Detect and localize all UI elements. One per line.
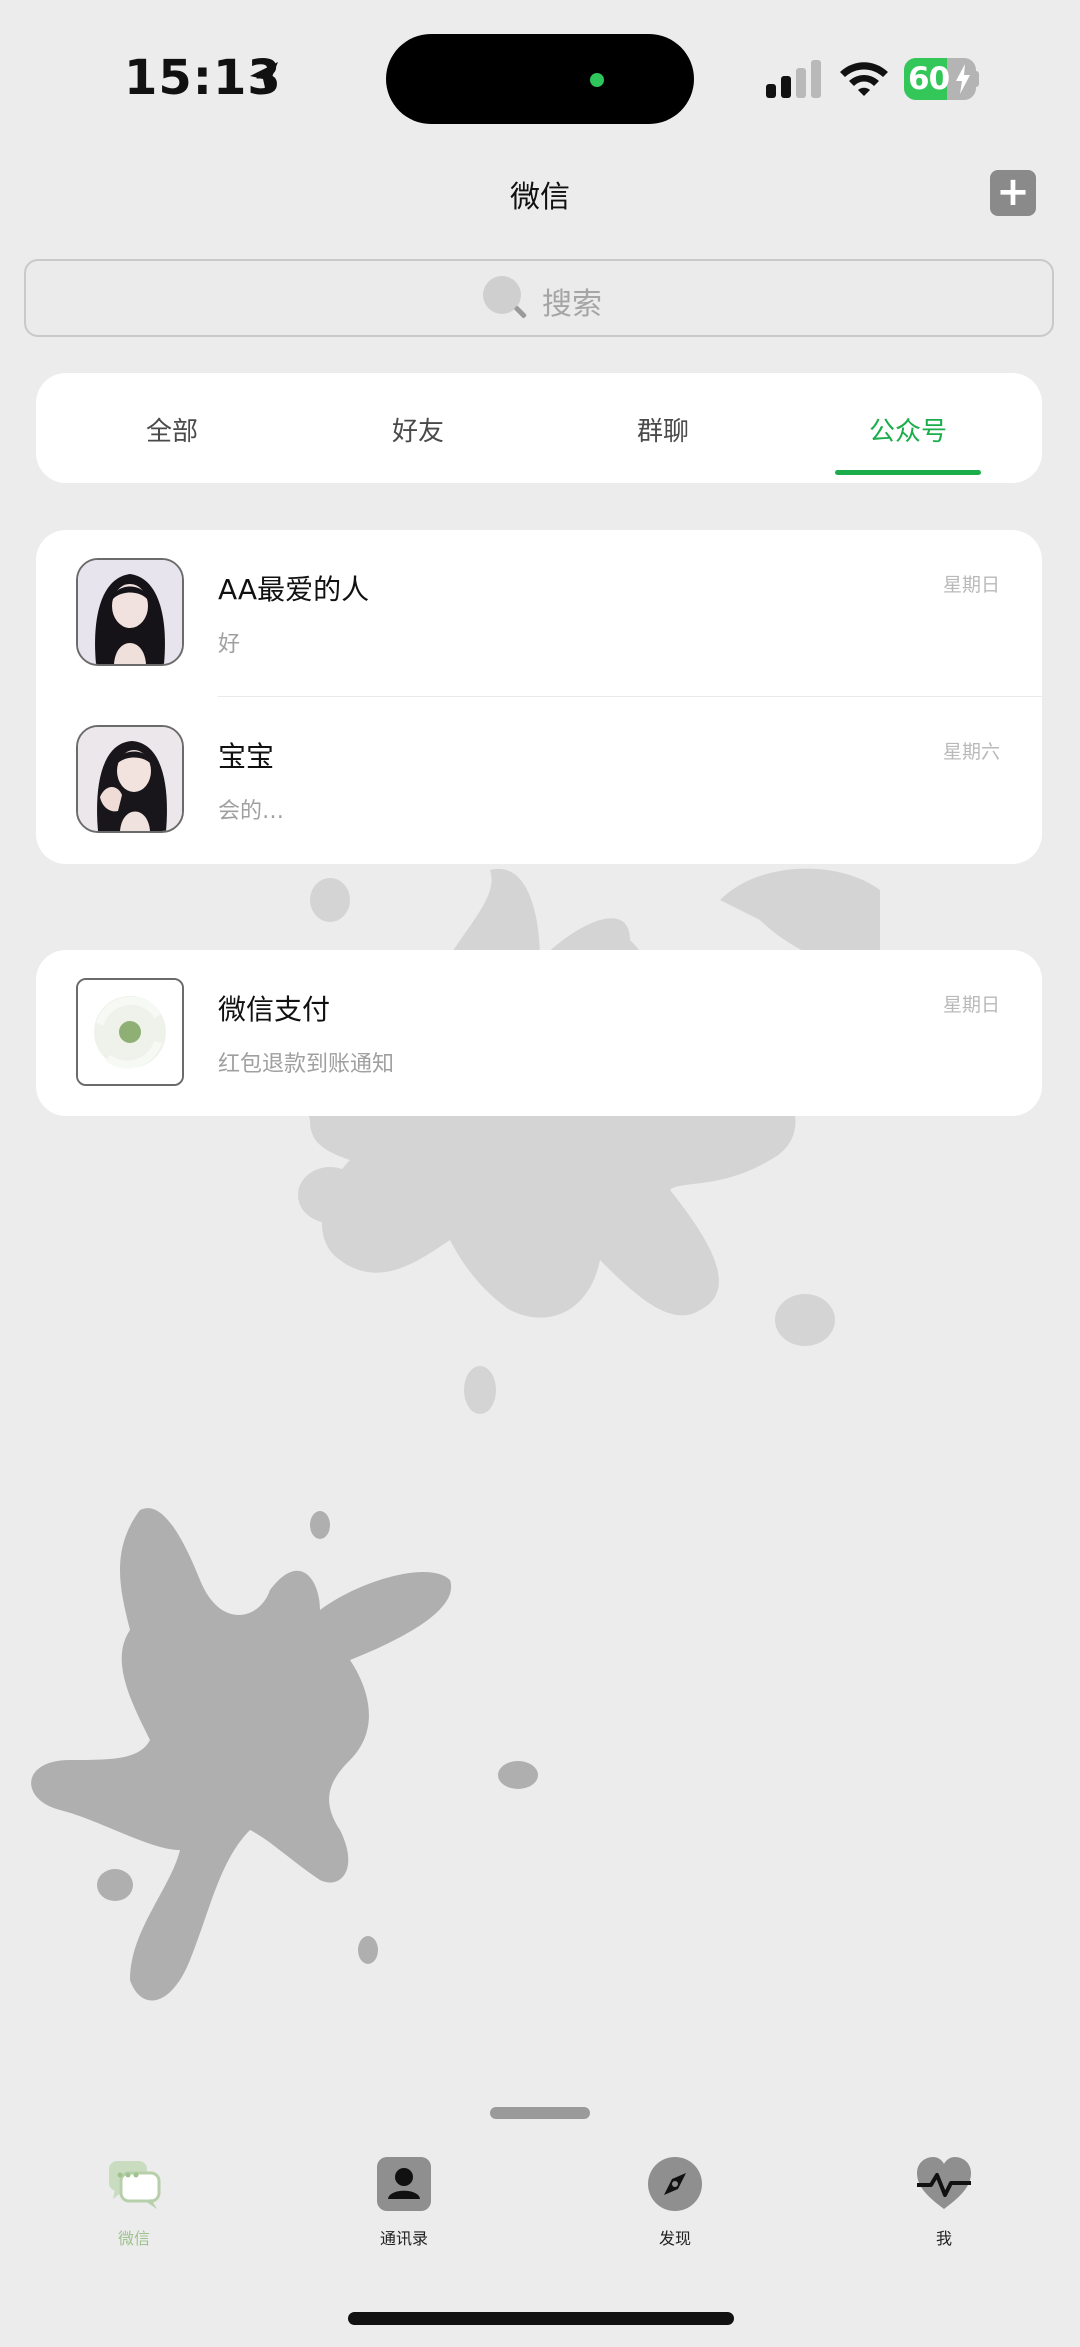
avatar xyxy=(76,558,184,666)
tab-official-accounts[interactable]: 公众号 xyxy=(869,411,947,448)
chat-row-wechat-pay[interactable]: 微信支付 红包退款到账通知 星期日 xyxy=(36,950,1042,1116)
home-indicator[interactable] xyxy=(348,2312,734,2325)
chat-preview: 红包退款到账通知 xyxy=(218,1052,395,1077)
wifi-icon xyxy=(840,62,888,96)
chat-time: 星期六 xyxy=(942,741,1000,763)
chat-name: AA最爱的人 xyxy=(218,573,370,606)
chat-name: 微信支付 xyxy=(218,993,331,1026)
chat-row[interactable]: 宝宝 会的… 星期六 xyxy=(36,697,1042,863)
chat-preview: 会的… xyxy=(218,799,285,824)
nav-chats[interactable]: 微信 xyxy=(74,2155,194,2249)
chat-list: AA最爱的人 好 星期日 宝宝 会的… 星期六 xyxy=(36,530,1042,864)
add-button[interactable]: + xyxy=(990,170,1036,216)
nav-label: 通讯录 xyxy=(379,2229,428,2248)
chat-row[interactable]: AA最爱的人 好 星期日 xyxy=(36,530,1042,697)
chat-bubbles-icon xyxy=(109,2161,161,2209)
battery-body: 60 xyxy=(904,58,976,100)
chat-name: 宝宝 xyxy=(218,740,275,773)
tab-groups[interactable]: 群聊 xyxy=(637,411,689,448)
cellular-signal-icon xyxy=(766,60,821,98)
battery-percent: 60 xyxy=(908,61,950,97)
nav-me[interactable]: 我 xyxy=(884,2155,1004,2249)
wechat-screen: 15:13 60 微信 + 搜索 全部 好友 群聊 公众号 AA最爱的人 好 星… xyxy=(0,0,1080,2347)
tab-friends[interactable]: 好友 xyxy=(392,411,444,448)
active-tab-underline xyxy=(835,470,981,475)
nav-contacts[interactable]: 通讯录 xyxy=(344,2155,464,2249)
location-arrow-icon xyxy=(250,62,278,92)
avatar xyxy=(76,725,184,833)
compass-icon xyxy=(648,2157,702,2211)
nav-label: 发现 xyxy=(658,2229,691,2248)
chat-preview: 好 xyxy=(218,632,241,657)
battery-cap xyxy=(974,71,979,87)
drag-handle[interactable] xyxy=(490,2107,590,2119)
splash-decoration-top xyxy=(298,868,880,1414)
nav-label: 我 xyxy=(935,2229,952,2248)
charging-bolt-icon xyxy=(956,64,970,94)
page-title: 微信 xyxy=(510,180,570,215)
search-input[interactable]: 搜索 xyxy=(24,259,1054,337)
service-account-list: 微信支付 红包退款到账通知 星期日 xyxy=(36,950,1042,1116)
tab-all[interactable]: 全部 xyxy=(146,411,198,448)
dynamic-island xyxy=(386,34,694,124)
plus-icon: + xyxy=(996,169,1030,215)
filter-tabs: 全部 好友 群聊 公众号 xyxy=(36,373,1042,483)
chat-time: 星期日 xyxy=(942,574,1000,596)
splash-decoration-bottom xyxy=(31,1508,538,2001)
chat-time: 星期日 xyxy=(942,994,1000,1016)
nav-label: 微信 xyxy=(117,2229,150,2248)
heart-pulse-icon xyxy=(917,2157,971,2209)
battery-icon: 60 xyxy=(904,58,976,100)
nav-discover[interactable]: 发现 xyxy=(615,2155,735,2249)
camera-indicator-dot xyxy=(590,73,604,87)
wechat-pay-icon xyxy=(76,978,184,1086)
search-placeholder: 搜索 xyxy=(542,287,602,322)
search-icon xyxy=(483,276,527,318)
contacts-icon xyxy=(377,2157,431,2211)
